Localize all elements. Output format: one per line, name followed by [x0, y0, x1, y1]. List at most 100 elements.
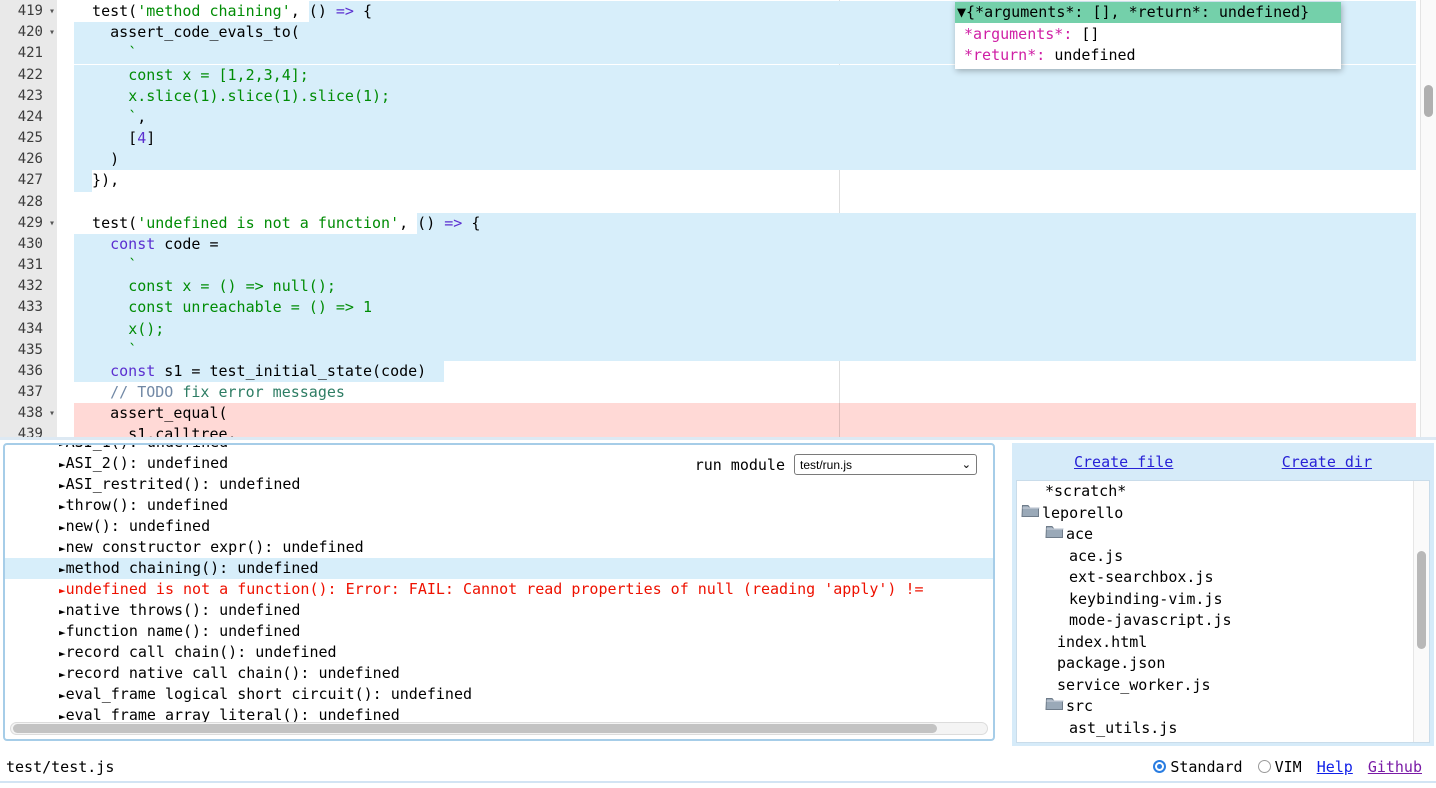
tooltip-entry-value: [] [1081, 25, 1099, 43]
code-line-text: ` [74, 340, 137, 361]
code-line[interactable]: const x = () => null(); [0, 276, 1436, 297]
result-expand-icon[interactable]: ► [59, 500, 66, 513]
code-line[interactable]: }), [0, 170, 1436, 191]
result-expand-icon[interactable]: ► [59, 542, 66, 555]
keybinding-radio-vim[interactable]: VIM [1258, 758, 1302, 776]
radio-unselected-icon[interactable] [1258, 760, 1271, 773]
tree-file-item[interactable]: keybinding-vim.js [1017, 589, 1429, 611]
tooltip-header-row[interactable]: ▼{*arguments*: [], *return*: undefined} [955, 2, 1341, 23]
result-expand-icon[interactable]: ► [59, 521, 66, 534]
code-line-text: ` [74, 255, 137, 276]
tree-scrollbar-thumb[interactable] [1417, 551, 1426, 649]
fold-toggle-icon[interactable]: ▾ [49, 22, 55, 43]
code-line[interactable]: ) [0, 149, 1436, 170]
fold-toggle-icon[interactable]: ▾ [49, 1, 55, 22]
results-h-scrollbar[interactable] [10, 722, 988, 735]
code-line[interactable]: s1.calltree, [0, 424, 1436, 437]
result-expand-icon[interactable]: ► [59, 647, 66, 660]
code-line[interactable]: const code = [0, 234, 1436, 255]
page-bottom-border [0, 781, 1436, 783]
create-dir-link[interactable]: Create dir [1282, 453, 1372, 471]
tree-item-label: src [1066, 696, 1093, 718]
code-line[interactable]: [4] [0, 128, 1436, 149]
code-line[interactable]: // TODO fix error messages [0, 382, 1436, 403]
tree-scrollbar[interactable] [1413, 481, 1429, 742]
tree-item-label: index.html [1057, 632, 1147, 654]
editor-scrollbar[interactable] [1420, 0, 1436, 437]
tree-file-item[interactable]: ace.js [1017, 546, 1429, 568]
result-expand-icon[interactable]: ► [59, 605, 66, 618]
test-result-item[interactable]: ►eval_frame logical short circuit(): und… [5, 684, 993, 705]
code-line[interactable]: x.slice(1).slice(1).slice(1); [0, 86, 1436, 107]
radio-selected-icon[interactable] [1153, 760, 1166, 773]
keybinding-vim-label: VIM [1275, 758, 1302, 776]
test-result-item[interactable]: ►new constructor expr(): undefined [5, 537, 993, 558]
result-expand-icon[interactable]: ► [59, 584, 66, 597]
result-expand-icon[interactable]: ► [59, 458, 66, 471]
code-line[interactable]: ` [0, 255, 1436, 276]
line-number: 424 [0, 107, 57, 128]
run-module-select[interactable]: test/run.js ⌄ [794, 454, 977, 475]
line-number: 425 [0, 128, 57, 149]
code-editor[interactable]: test('method chaining', () => { assert_c… [0, 0, 1436, 437]
code-line[interactable]: ` [0, 340, 1436, 361]
tree-file-item[interactable]: mode-javascript.js [1017, 610, 1429, 632]
line-number: 433 [0, 297, 57, 318]
line-number: 421 [0, 43, 57, 64]
code-line[interactable]: test('undefined is not a function', () =… [0, 213, 1436, 234]
code-line[interactable]: assert_equal( [0, 403, 1436, 424]
result-expand-icon[interactable]: ► [59, 668, 66, 681]
executed-region-highlight [74, 319, 1416, 340]
tree-file-item[interactable]: *scratch* [1017, 481, 1429, 503]
tree-file-item[interactable]: index.html [1017, 632, 1429, 654]
create-file-link[interactable]: Create file [1074, 453, 1173, 471]
code-line[interactable]: `, [0, 107, 1436, 128]
code-line[interactable]: const unreachable = () => 1 [0, 297, 1436, 318]
code-line[interactable]: x(); [0, 319, 1436, 340]
tree-file-item[interactable]: service_worker.js [1017, 675, 1429, 697]
test-result-item[interactable]: ►method chaining(): undefined [5, 558, 993, 579]
result-expand-icon[interactable]: ► [59, 626, 66, 639]
tooltip-entry-row[interactable]: *return*: undefined [955, 45, 1341, 66]
test-results-list: ►ASI_1(): undefined►ASI_2(): undefined►A… [5, 443, 993, 726]
test-result-item[interactable]: ►new(): undefined [5, 516, 993, 537]
test-result-item[interactable]: ►ASI_1(): undefined [5, 443, 993, 453]
tree-file-item[interactable]: ast_utils.js [1017, 718, 1429, 740]
test-result-item[interactable]: ►ASI_restrited(): undefined [5, 474, 993, 495]
tree-file-item[interactable]: ext-searchbox.js [1017, 567, 1429, 589]
tree-folder-item[interactable]: src [1017, 696, 1429, 718]
test-result-item[interactable]: ►undefined is not a function(): Error: F… [5, 579, 993, 600]
code-line[interactable] [0, 192, 1436, 213]
test-result-item[interactable]: ►record native call chain(): undefined [5, 663, 993, 684]
code-line-text: ) [74, 149, 119, 170]
test-result-item[interactable]: ►native throws(): undefined [5, 600, 993, 621]
help-link[interactable]: Help [1317, 758, 1353, 776]
result-expand-icon[interactable]: ► [59, 443, 66, 450]
test-result-item[interactable]: ►function name(): undefined [5, 621, 993, 642]
status-bar: test/test.js Standard VIM Help Github [0, 752, 1436, 781]
line-number: 427 [0, 170, 57, 191]
keybinding-radio-standard[interactable]: Standard [1153, 758, 1242, 776]
test-result-item[interactable]: ►record call chain(): undefined [5, 642, 993, 663]
line-number: 428 [0, 192, 57, 213]
fold-toggle-icon[interactable]: ▾ [49, 403, 55, 424]
tree-folder-item[interactable]: ace [1017, 524, 1429, 546]
result-expand-icon[interactable]: ► [59, 563, 66, 576]
file-tree: *scratch*leporelloaceace.jsext-searchbox… [1016, 480, 1430, 743]
editor-scrollbar-thumb[interactable] [1424, 85, 1433, 117]
line-number: 438▾ [0, 403, 57, 424]
line-number: 434 [0, 319, 57, 340]
test-result-item[interactable]: ►throw(): undefined [5, 495, 993, 516]
tooltip-entry-row[interactable]: *arguments*: [] [955, 24, 1341, 45]
gutter: 419▾420▾421422423424425426427428429▾4304… [0, 0, 57, 437]
tree-file-item[interactable]: package.json [1017, 653, 1429, 675]
results-h-scrollbar-thumb[interactable] [13, 724, 937, 733]
tree-item-label: ast_utils.js [1069, 718, 1177, 740]
github-link[interactable]: Github [1368, 758, 1422, 776]
result-expand-icon[interactable]: ► [59, 479, 66, 492]
result-expand-icon[interactable]: ► [59, 689, 66, 702]
tree-item-label: keybinding-vim.js [1069, 589, 1223, 611]
code-line[interactable]: const s1 = test_initial_state(code) [0, 361, 1436, 382]
tree-folder-item[interactable]: leporello [1017, 503, 1429, 525]
fold-toggle-icon[interactable]: ▾ [49, 213, 55, 234]
